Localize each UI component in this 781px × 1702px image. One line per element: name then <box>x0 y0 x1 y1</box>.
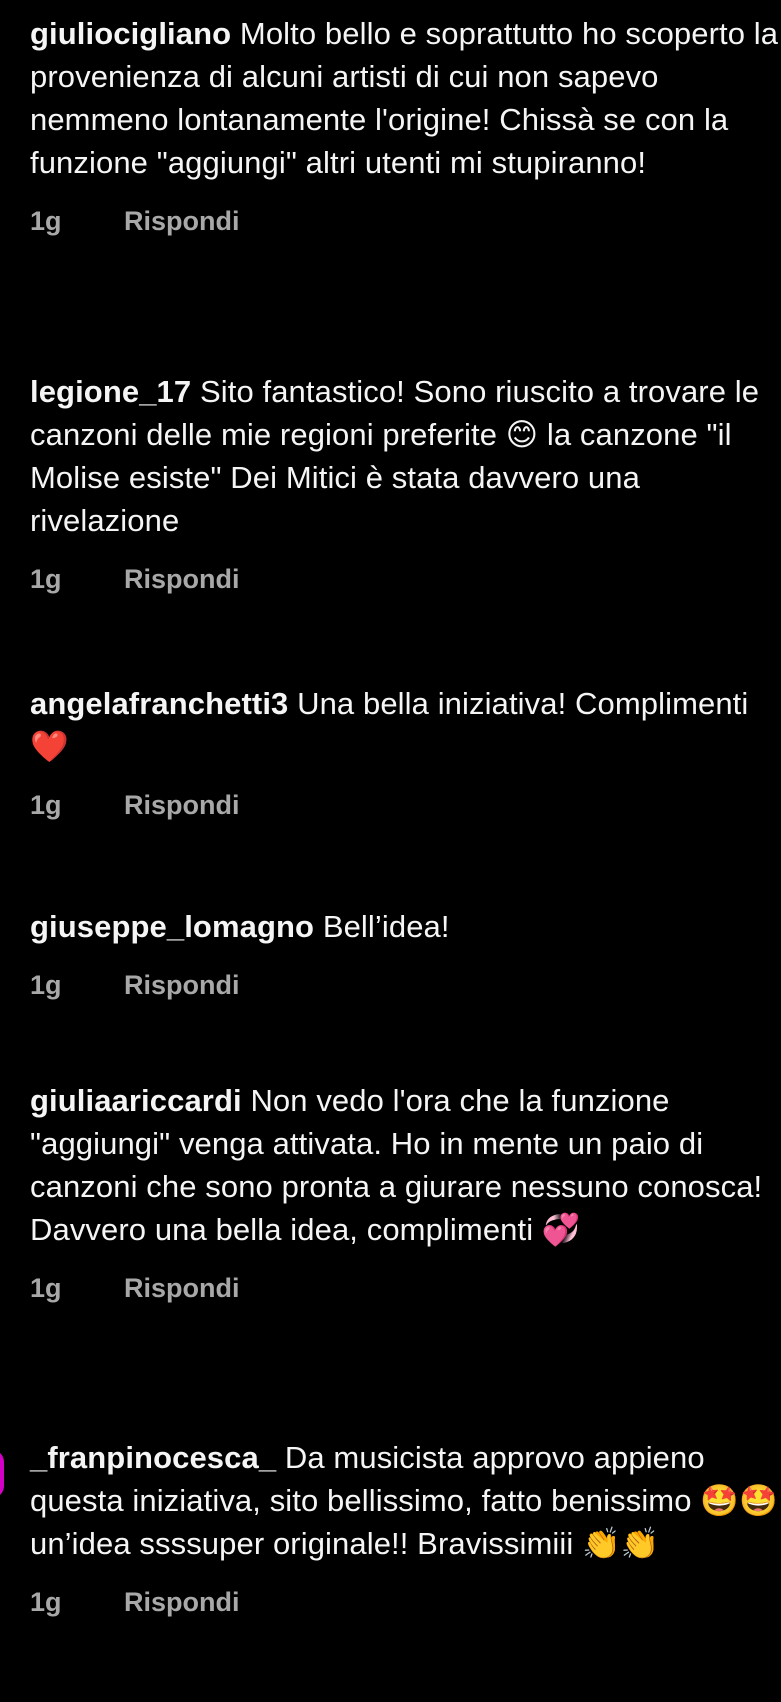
reply-button[interactable]: Rispondi <box>124 206 240 237</box>
comment-item: giuliocigliano Molto bello e soprattutto… <box>30 12 781 237</box>
comment-meta: 1g Rispondi <box>30 1273 781 1304</box>
comment-username[interactable]: angelafranchetti3 <box>30 686 288 721</box>
comment-text: giuliaariccardi Non vedo l'ora che la fu… <box>30 1079 781 1251</box>
reply-button[interactable]: Rispondi <box>124 1273 240 1304</box>
comment-username[interactable]: legione_17 <box>30 374 191 409</box>
comment-body: Bell’idea! <box>322 909 450 944</box>
reply-button[interactable]: Rispondi <box>124 970 240 1001</box>
comment-text: giuliocigliano Molto bello e soprattutto… <box>30 12 781 184</box>
comment-meta: 1g Rispondi <box>30 564 781 595</box>
comment-item: legione_17 Sito fantastico! Sono riuscit… <box>30 370 781 595</box>
comment-item: angelafranchetti3 Una bella iniziativa! … <box>30 682 781 821</box>
comment-username[interactable]: giuseppe_lomagno <box>30 909 314 944</box>
comment-item: giuseppe_lomagno Bell’idea! 1g Rispondi <box>30 905 781 1001</box>
comment-username[interactable]: _franpinocesca_ <box>30 1440 276 1475</box>
comment-item: giuliaariccardi Non vedo l'ora che la fu… <box>30 1079 781 1304</box>
comment-text: _franpinocesca_ Da musicista approvo app… <box>30 1436 781 1565</box>
comment-timestamp: 1g <box>30 970 62 1000</box>
reply-button[interactable]: Rispondi <box>124 564 240 595</box>
comment-timestamp: 1g <box>30 790 62 820</box>
comment-text: angelafranchetti3 Una bella iniziativa! … <box>30 682 781 768</box>
comment-text: giuseppe_lomagno Bell’idea! <box>30 905 781 948</box>
comment-meta: 1g Rispondi <box>30 970 781 1001</box>
comment-item: _franpinocesca_ Da musicista approvo app… <box>30 1436 781 1618</box>
reply-button[interactable]: Rispondi <box>124 790 240 821</box>
comment-timestamp: 1g <box>30 206 62 236</box>
comment-text: legione_17 Sito fantastico! Sono riuscit… <box>30 370 781 542</box>
reply-button[interactable]: Rispondi <box>124 1587 240 1618</box>
comment-meta: 1g Rispondi <box>30 1587 781 1618</box>
comment-username[interactable]: giuliocigliano <box>30 16 231 51</box>
comment-timestamp: 1g <box>30 564 62 594</box>
comment-timestamp: 1g <box>30 1273 62 1303</box>
avatar-story-ring[interactable] <box>0 1450 4 1498</box>
comment-meta: 1g Rispondi <box>30 206 781 237</box>
comment-timestamp: 1g <box>30 1587 62 1617</box>
comment-meta: 1g Rispondi <box>30 790 781 821</box>
comment-username[interactable]: giuliaariccardi <box>30 1083 242 1118</box>
